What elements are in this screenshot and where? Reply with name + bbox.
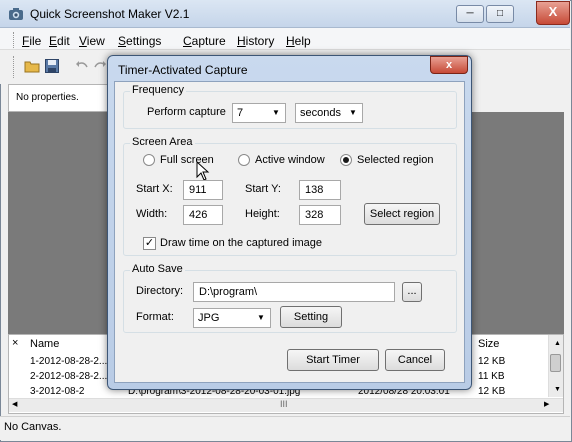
height-input[interactable]: 328 [299, 205, 341, 225]
list-item[interactable]: 2-2012-08-28-2... [30, 371, 107, 382]
width-label: Width: [136, 208, 168, 220]
selected-region-radio[interactable] [340, 154, 352, 166]
list-item-size: 11 KB [478, 371, 505, 382]
frequency-group-label: Frequency [130, 84, 186, 96]
scroll-up-icon[interactable]: ▲ [554, 340, 561, 347]
status-text: No Canvas. [4, 421, 62, 433]
directory-input[interactable]: D:\program\ [193, 282, 395, 302]
list-item[interactable]: 1-2012-08-28-2... [30, 356, 107, 367]
format-select[interactable]: JPG ▼ [193, 308, 271, 328]
close-icon: X [548, 4, 558, 19]
auto-save-group-label: Auto Save [130, 263, 185, 275]
scroll-thumb-grip[interactable]: III [280, 399, 288, 409]
interval-unit-select[interactable]: seconds ▼ [295, 103, 363, 123]
format-setting-button[interactable]: Setting [280, 306, 342, 328]
scroll-left-icon[interactable]: ◀ [12, 400, 17, 408]
maximize-button[interactable]: □ [486, 5, 514, 23]
menu-help[interactable]: Help [286, 34, 311, 48]
start-x-input[interactable]: 911 [183, 180, 223, 200]
scroll-right-icon[interactable]: ▶ [544, 400, 549, 408]
start-y-input[interactable]: 138 [299, 180, 341, 200]
chevron-down-icon: ▼ [257, 313, 265, 322]
mouse-cursor-icon [196, 161, 210, 181]
draw-time-checkbox[interactable]: ✓ [143, 237, 156, 250]
list-item-size: 12 KB [478, 386, 506, 397]
height-label: Height: [245, 208, 280, 220]
save-icon[interactable] [44, 58, 60, 74]
minimize-button[interactable]: ─ [456, 5, 484, 23]
select-region-button[interactable]: Select region [364, 203, 440, 225]
directory-label: Directory: [136, 285, 184, 297]
column-header-size[interactable]: Size [478, 338, 499, 356]
format-label: Format: [136, 311, 174, 323]
list-item[interactable]: 3-2012-08-2 [30, 386, 84, 397]
status-bar [0, 416, 570, 440]
full-screen-radio[interactable] [143, 154, 155, 166]
menu-edit[interactable]: Edit [49, 34, 70, 48]
open-folder-icon[interactable] [24, 58, 40, 74]
list-item-size: 12 KB [478, 356, 506, 367]
selected-region-label[interactable]: Selected region [357, 154, 433, 166]
vertical-scroll-thumb[interactable] [550, 354, 561, 372]
close-icon[interactable]: × [12, 337, 18, 349]
app-title: Quick Screenshot Maker V2.1 [30, 7, 190, 21]
start-timer-button[interactable]: Start Timer [287, 349, 379, 371]
interval-select[interactable]: 7 ▼ [232, 103, 286, 123]
cancel-button[interactable]: Cancel [385, 349, 445, 371]
menubar-grip[interactable] [13, 32, 16, 48]
column-header-name[interactable]: Name [30, 338, 59, 356]
properties-text: No properties. [16, 92, 79, 103]
app-camera-icon [9, 8, 23, 20]
start-y-label: Start Y: [245, 183, 281, 195]
screen-area-group-label: Screen Area [130, 136, 195, 148]
menu-settings[interactable]: Settings [118, 34, 161, 48]
active-window-label[interactable]: Active window [255, 154, 325, 166]
maximize-icon: □ [496, 8, 504, 19]
close-icon: x [445, 59, 453, 71]
toolbar-grip[interactable] [13, 56, 16, 78]
menu-history[interactable]: History [237, 34, 274, 48]
redo-icon[interactable] [92, 58, 108, 74]
scroll-down-icon[interactable]: ▼ [554, 386, 561, 393]
minimize-icon: ─ [466, 8, 474, 19]
width-input[interactable]: 426 [183, 205, 223, 225]
undo-icon[interactable] [74, 58, 90, 74]
browse-button[interactable]: ... [402, 282, 422, 302]
dialog-close-button[interactable]: x [430, 56, 468, 74]
active-window-radio[interactable] [238, 154, 250, 166]
start-x-label: Start X: [136, 183, 173, 195]
perform-capture-label: Perform capture [147, 106, 226, 118]
menu-file[interactable]: File [22, 34, 41, 48]
menu-capture[interactable]: Capture [183, 34, 226, 48]
chevron-down-icon: ▼ [349, 108, 357, 117]
dialog-title: Timer-Activated Capture [118, 63, 248, 77]
main-close-button[interactable]: X [536, 1, 570, 25]
draw-time-label[interactable]: Draw time on the captured image [160, 237, 322, 249]
menu-view[interactable]: View [79, 34, 105, 48]
chevron-down-icon: ▼ [272, 108, 280, 117]
